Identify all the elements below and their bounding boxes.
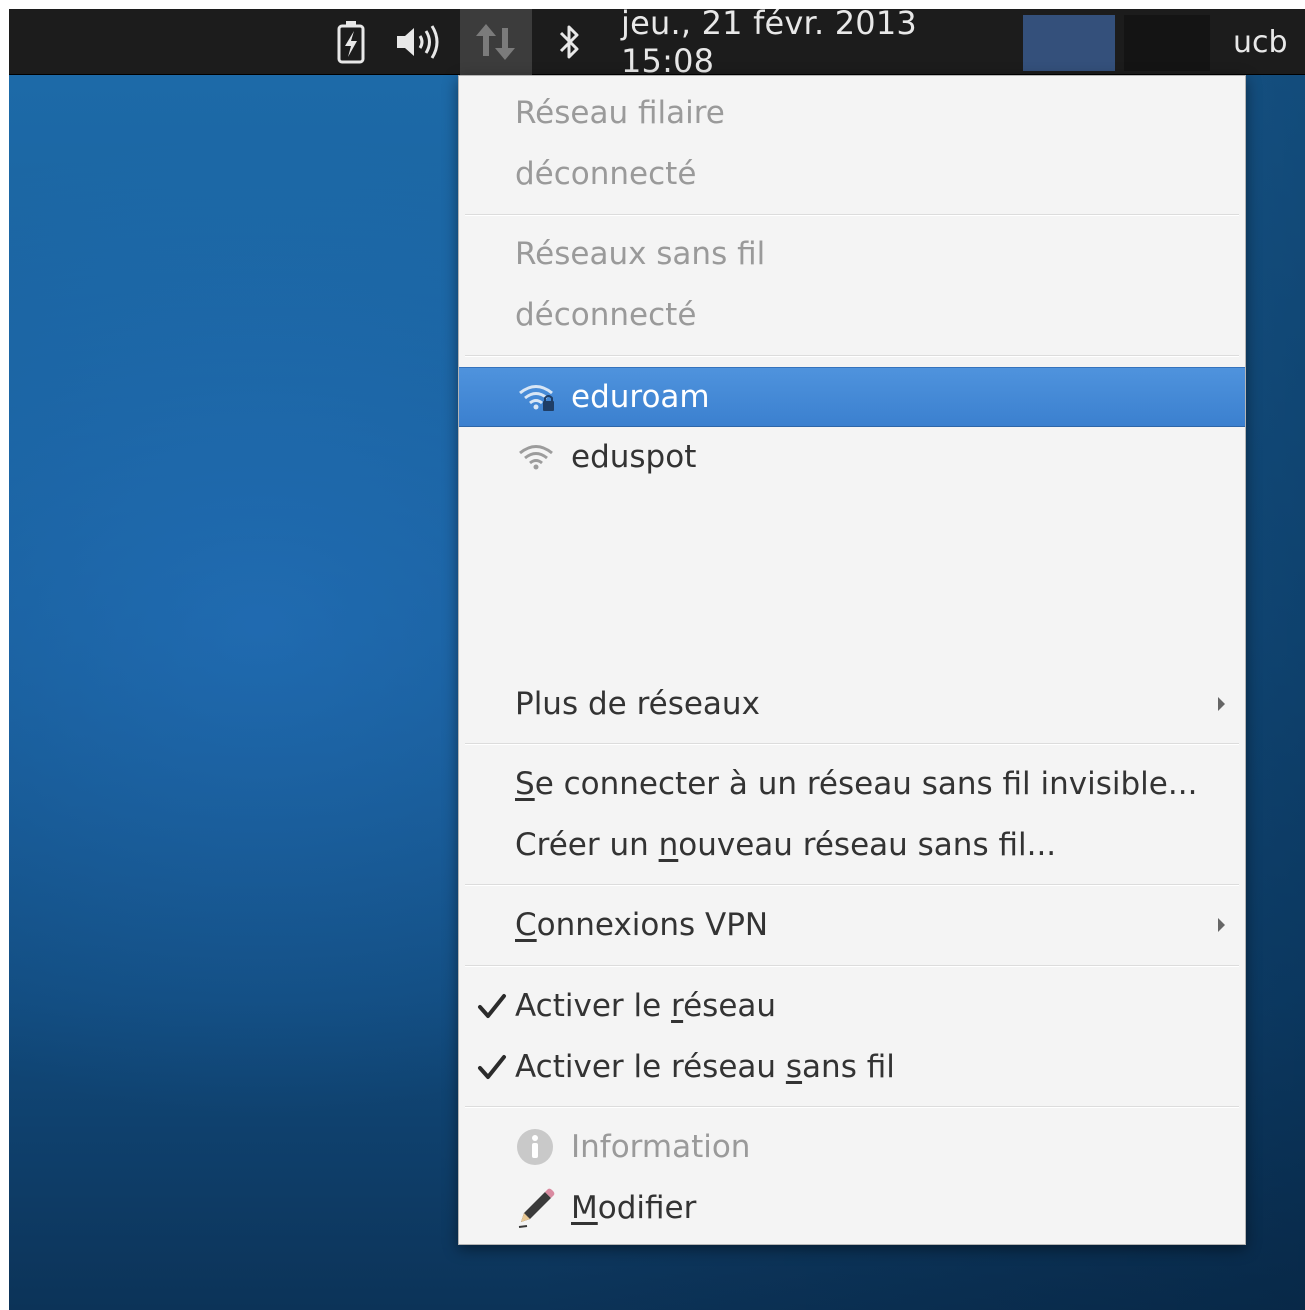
user-menu[interactable]: ucb <box>1233 9 1305 75</box>
bluetooth-icon[interactable] <box>549 9 589 75</box>
menu-separator <box>465 884 1239 886</box>
wired-network-status: déconnecté <box>459 144 1245 204</box>
menu-separator <box>465 355 1239 357</box>
menu-separator <box>465 214 1239 216</box>
checkmark-icon <box>478 1055 506 1079</box>
submenu-arrow-icon <box>1218 918 1225 932</box>
connect-hidden-network-label: Se connecter à un réseau sans fil invisi… <box>515 766 1198 802</box>
more-networks-submenu[interactable]: Plus de réseaux <box>459 674 1245 734</box>
wireless-network-header: Réseaux sans fil <box>459 224 1245 284</box>
volume-icon[interactable] <box>389 9 449 75</box>
network-name: eduroam <box>571 379 710 415</box>
clock[interactable]: jeu., 21 févr. 2013 15:08 <box>621 9 1013 80</box>
enable-network-label: Activer le réseau <box>515 988 777 1024</box>
network-item-eduroam[interactable]: eduroam <box>459 367 1245 427</box>
create-new-network-label: Créer un nouveau réseau sans fil... <box>515 827 1057 863</box>
wireless-network-status-label: déconnecté <box>515 297 697 333</box>
vpn-connections-label: Connexions VPN <box>515 907 769 943</box>
workspace-2[interactable] <box>1124 15 1210 71</box>
info-icon <box>517 1129 553 1165</box>
network-item-eduspot[interactable]: eduspot <box>459 427 1245 487</box>
menu-separator <box>465 965 1239 967</box>
information-item[interactable]: Information <box>459 1117 1245 1177</box>
wireless-network-header-label: Réseaux sans fil <box>515 236 766 272</box>
network-updown-icon[interactable] <box>460 9 532 75</box>
enable-wireless-label: Activer le réseau sans fil <box>515 1049 895 1085</box>
battery-charging-icon[interactable] <box>331 9 371 75</box>
menu-separator <box>465 1106 1239 1108</box>
menu-separator <box>465 743 1239 745</box>
network-menu: Réseau filaire déconnecté Réseaux sans f… <box>458 75 1246 1245</box>
pencil-icon <box>518 1188 555 1228</box>
screen: jeu., 21 févr. 2013 15:08 ucb Réseau fil… <box>9 9 1305 1310</box>
top-panel: jeu., 21 févr. 2013 15:08 ucb <box>9 9 1305 80</box>
edit-connections-item[interactable]: Modifier <box>459 1178 1245 1238</box>
wifi-secure-icon <box>519 385 554 411</box>
workspace-1[interactable] <box>1023 15 1115 71</box>
wifi-icon <box>519 445 553 470</box>
checkmark-icon <box>478 994 506 1018</box>
create-new-network-item[interactable]: Créer un nouveau réseau sans fil... <box>459 815 1245 875</box>
enable-network-checkbox[interactable]: Activer le réseau <box>459 976 1245 1036</box>
enable-wireless-checkbox[interactable]: Activer le réseau sans fil <box>459 1037 1245 1097</box>
more-networks-label: Plus de réseaux <box>515 686 760 722</box>
network-name: eduspot <box>571 439 697 475</box>
information-label: Information <box>571 1129 751 1165</box>
wired-network-header-label: Réseau filaire <box>515 95 725 131</box>
wireless-network-status: déconnecté <box>459 285 1245 345</box>
vpn-connections-submenu[interactable]: Connexions VPN <box>459 895 1245 955</box>
submenu-arrow-icon <box>1218 697 1225 711</box>
connect-hidden-network-item[interactable]: Se connecter à un réseau sans fil invisi… <box>459 754 1245 814</box>
wired-network-status-label: déconnecté <box>515 156 697 192</box>
wired-network-header: Réseau filaire <box>459 83 1245 143</box>
edit-connections-label: Modifier <box>571 1190 697 1226</box>
